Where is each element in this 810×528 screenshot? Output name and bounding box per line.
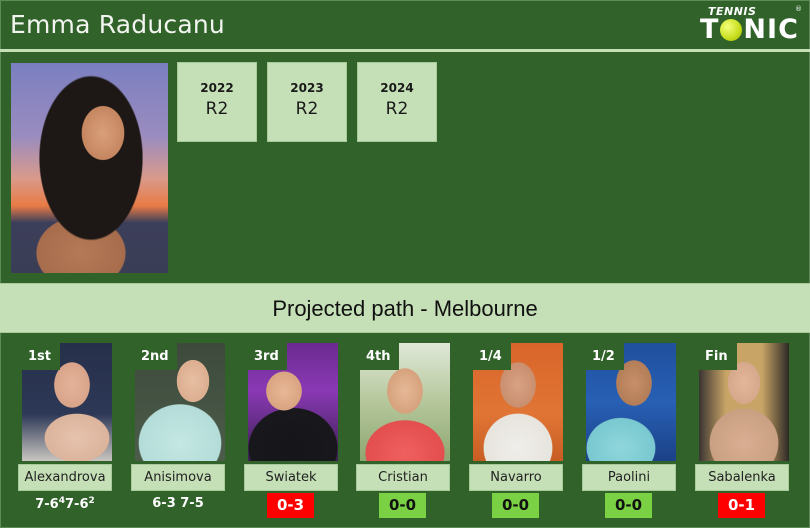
opponent-card[interactable]: 1st Alexandrova 7-647-62 (18, 343, 114, 523)
h2h-badge: 0-3 (267, 493, 314, 518)
opponent-name: Swiatek (244, 464, 338, 491)
h2h-badge: 0-0 (379, 493, 426, 518)
score-set2-tiebreak: 2 (88, 496, 95, 506)
match-score: 6-3 7-5 (152, 496, 204, 511)
player-photo (11, 63, 168, 273)
player-name-title: Emma Raducanu (10, 10, 225, 39)
header-divider (0, 49, 810, 52)
tennis-ball-icon (720, 18, 743, 41)
h2h-badge: 0-1 (718, 493, 765, 518)
opponent-card[interactable]: Fin Sabalenka 0-1 (695, 343, 791, 523)
opponent-name: Sabalenka (695, 464, 789, 491)
history-box: 2024 R2 (357, 62, 437, 142)
opponent-card[interactable]: 1/4 Navarro 0-0 (469, 343, 565, 523)
history-year: 2023 (290, 81, 324, 95)
history-year: 2024 (380, 81, 414, 95)
round-label: 1st (20, 343, 60, 370)
opponent-card[interactable]: 4th Cristian 0-0 (356, 343, 452, 523)
opponents-row: 1st Alexandrova 7-647-62 2nd Anisimova 6… (0, 343, 810, 523)
score-set2: 7-6 (65, 497, 89, 512)
opponent-name: Alexandrova (18, 464, 112, 491)
tennis-tonic-logo[interactable]: TENNIS T NIC ® (698, 4, 804, 45)
round-label: 4th (358, 343, 399, 370)
round-label: 1/2 (584, 343, 624, 370)
round-label: 3rd (246, 343, 287, 370)
history-box: 2023 R2 (267, 62, 347, 142)
opponent-name: Navarro (469, 464, 563, 491)
opponent-name: Cristian (356, 464, 450, 491)
round-label: Fin (697, 343, 737, 370)
score-set1: 7-6 (35, 497, 59, 512)
logo-letters-nic: NIC (743, 14, 799, 45)
opponent-name: Anisimova (131, 464, 225, 491)
match-score: 7-647-62 (18, 496, 112, 512)
logo-main-text: T NIC (700, 14, 799, 45)
h2h-badge: 0-0 (605, 493, 652, 518)
round-label: 2nd (133, 343, 177, 370)
history-result: R2 (385, 99, 409, 119)
h2h-badge: 0-0 (492, 493, 539, 518)
history-result: R2 (295, 99, 319, 119)
history-result: R2 (205, 99, 229, 119)
opponent-card[interactable]: 2nd Anisimova 6-3 7-5 (131, 343, 227, 523)
logo-letter-t: T (700, 14, 720, 45)
round-label: 1/4 (471, 343, 511, 370)
history-box: 2022 R2 (177, 62, 257, 142)
opponent-card[interactable]: 1/2 Paolini 0-0 (582, 343, 678, 523)
history-results: 2022 R2 2023 R2 2024 R2 (177, 62, 437, 142)
projected-path-banner: Projected path - Melbourne (0, 283, 810, 333)
opponent-name: Paolini (582, 464, 676, 491)
history-year: 2022 (200, 81, 234, 95)
registered-mark: ® (795, 5, 802, 13)
opponent-card[interactable]: 3rd Swiatek 0-3 (244, 343, 340, 523)
